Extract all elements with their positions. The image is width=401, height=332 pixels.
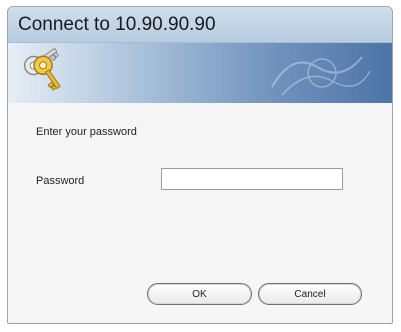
cancel-button[interactable]: Cancel xyxy=(258,283,362,305)
keys-icon xyxy=(23,47,61,91)
dialog-title: Connect to 10.90.90.90 xyxy=(18,14,216,35)
password-label: Password xyxy=(36,175,85,187)
dialog-titlebar[interactable]: Connect to 10.90.90.90 xyxy=(8,7,392,43)
dialog-banner xyxy=(8,43,392,103)
banner-decoration xyxy=(271,56,371,96)
password-field[interactable] xyxy=(161,168,343,190)
ok-button[interactable]: OK xyxy=(147,283,252,305)
connect-dialog: Connect to 10.90.90.90 Enter your passwo… xyxy=(7,6,393,324)
password-prompt: Enter your password xyxy=(36,126,137,138)
